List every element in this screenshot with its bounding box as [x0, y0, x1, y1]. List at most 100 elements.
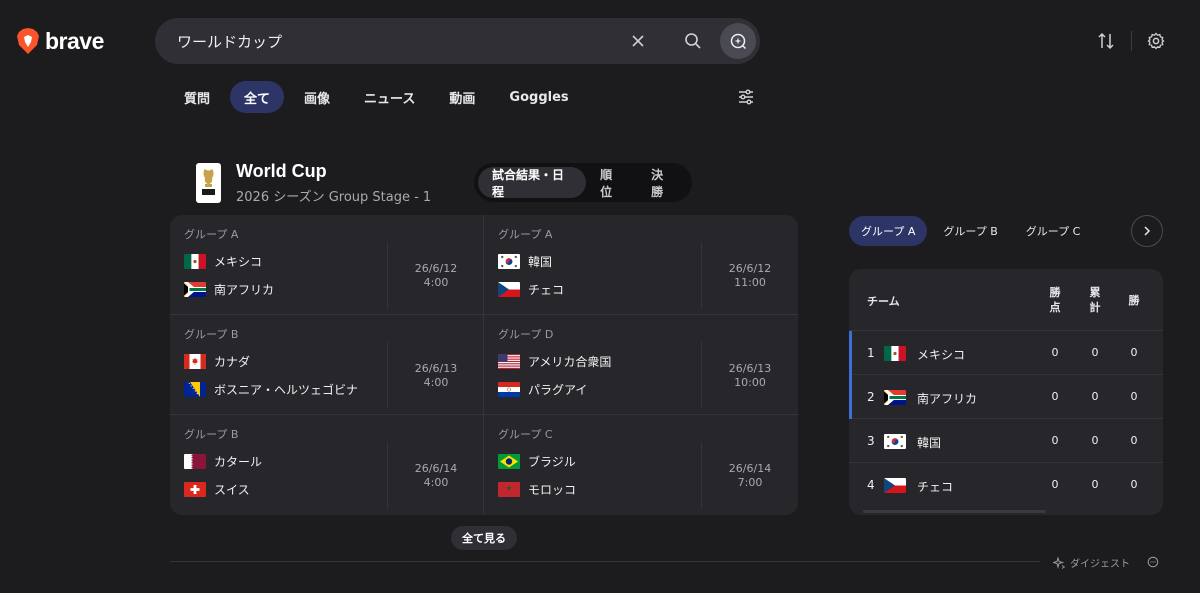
team-name: 韓国 [528, 255, 553, 269]
team-name: チェコ [528, 283, 565, 297]
bosnia-flag-icon [184, 382, 206, 397]
team-wins: 0 [1130, 478, 1138, 491]
digest-button[interactable]: ダイジェスト [1053, 555, 1130, 570]
chat-bubble-icon[interactable] [1147, 556, 1159, 568]
table-row[interactable]: 1 メキシコ 0 0 0 [849, 331, 1163, 375]
team-total: 0 [1091, 434, 1099, 447]
match-datetime: 26/6/12 4:00 [388, 262, 484, 290]
match-time: 4:00 [423, 476, 449, 489]
home-team: カタール [184, 453, 262, 470]
match-card[interactable]: グループ C ブラジル モロッコ 26/6/14 7:00 [484, 415, 798, 515]
table-header: チーム 勝 点 累 計 勝 [849, 269, 1163, 331]
brand-name: brave [45, 27, 104, 54]
korea-flag-icon [498, 254, 520, 269]
match-card[interactable]: グループ D アメリカ合衆国 パラグアイ 26/6/13 10:00 [484, 315, 798, 415]
morocco-flag-icon [498, 482, 520, 497]
match-card[interactable]: グループ B カタール スイス 26/6/14 4:00 [170, 415, 484, 515]
match-card[interactable]: グループ B カナダ ボスニア・ヘルツェゴビナ 26/6/13 4:00 [170, 315, 484, 415]
column-total: 累 計 [1089, 286, 1101, 314]
team-name: スイス [214, 483, 250, 497]
match-group: グループ B [184, 328, 239, 341]
brave-logo[interactable]: brave [16, 27, 104, 55]
digest-label: ダイジェスト [1070, 559, 1130, 570]
standings-table: チーム 勝 点 累 計 勝 1 メキシコ 0 0 0 2 南アフリカ 0 0 0… [849, 269, 1163, 515]
mexico-flag-icon [884, 346, 906, 361]
team-name: 南アフリカ [214, 283, 275, 297]
column-wins: 勝 [1128, 294, 1140, 307]
filter-sliders-icon[interactable] [737, 88, 755, 106]
match-date: 26/6/14 [414, 462, 458, 475]
brazil-flag-icon [498, 454, 520, 469]
search-input[interactable]: ワールドカップ [177, 31, 282, 52]
horizontal-scrollbar[interactable] [863, 510, 1046, 513]
team-name: メキシコ [917, 348, 966, 362]
match-datetime: 26/6/14 7:00 [702, 462, 798, 490]
team-wins: 0 [1130, 346, 1138, 359]
match-datetime: 26/6/13 4:00 [388, 362, 484, 390]
match-card[interactable]: グループ A メキシコ 南アフリカ 26/6/12 4:00 [170, 215, 484, 315]
tab-all[interactable]: 全て [230, 81, 285, 113]
tab-group-b[interactable]: グループ B [931, 216, 1009, 246]
widget-title: World Cup [236, 161, 327, 181]
team-name: ボスニア・ヘルツェゴビナ [214, 383, 359, 397]
home-team: 韓国 [498, 253, 552, 270]
tab-group-c[interactable]: グループ C [1014, 216, 1093, 246]
table-row[interactable]: 3 韓国 0 0 0 [849, 419, 1163, 463]
column-team: チーム [867, 295, 900, 308]
next-group-button[interactable] [1131, 215, 1163, 247]
tab-group-a[interactable]: グループ A [849, 216, 928, 246]
search-bar[interactable]: ワールドカップ [155, 18, 760, 64]
switzerland-flag-icon [184, 482, 206, 497]
match-card[interactable]: グループ A 韓国 チェコ 26/6/12 11:00 [484, 215, 798, 315]
team-name: ブラジル [528, 455, 576, 469]
column-points: 勝 点 [1049, 286, 1061, 314]
tab-images[interactable]: 画像 [290, 81, 344, 113]
match-date: 26/6/13 [728, 362, 772, 375]
away-team: 南アフリカ [184, 281, 274, 298]
brave-lion-icon [17, 28, 39, 54]
home-team: アメリカ合衆国 [498, 353, 611, 370]
tab-questions[interactable]: 質問 [170, 81, 224, 113]
team-name: チェコ [917, 480, 954, 494]
team-points: 0 [1051, 478, 1059, 491]
section-divider [170, 561, 1040, 562]
team-name: アメリカ合衆国 [528, 355, 612, 369]
tab-videos[interactable]: 動画 [435, 81, 489, 113]
team-points: 0 [1051, 390, 1059, 403]
search-tabs: 質問 全て 画像 ニュース 動画 Goggles [170, 81, 583, 113]
match-time: 4:00 [423, 276, 449, 289]
match-datetime: 26/6/14 4:00 [388, 462, 484, 490]
see-all-button[interactable]: 全て見る [451, 526, 517, 550]
usa-flag-icon [498, 354, 520, 369]
match-group: グループ B [184, 428, 239, 441]
match-datetime: 26/6/13 10:00 [702, 362, 798, 390]
match-date: 26/6/14 [728, 462, 772, 475]
team-total: 0 [1091, 390, 1099, 403]
header-divider [1131, 31, 1132, 51]
ai-sparkle-icon [730, 33, 747, 50]
segment-finals[interactable]: 決勝 [637, 167, 688, 199]
close-icon[interactable] [628, 31, 648, 51]
team-total: 0 [1091, 478, 1099, 491]
widget-segment-control: 試合結果・日程 順位 決勝 [474, 163, 692, 202]
tab-news[interactable]: ニュース [350, 81, 429, 113]
search-icon[interactable] [683, 31, 703, 51]
ai-answer-button[interactable] [720, 23, 756, 59]
team-name: カナダ [214, 355, 251, 369]
table-row[interactable]: 2 南アフリカ 0 0 0 [849, 375, 1163, 419]
mexico-flag-icon [184, 254, 206, 269]
team-name: 南アフリカ [917, 392, 978, 406]
south-africa-flag-icon [884, 390, 906, 405]
segment-standings[interactable]: 順位 [586, 167, 637, 199]
gear-icon[interactable] [1147, 32, 1165, 50]
segment-results-schedule[interactable]: 試合結果・日程 [478, 167, 587, 199]
table-row[interactable]: 4 チェコ 0 0 0 [849, 463, 1163, 507]
away-team: チェコ [498, 281, 564, 298]
team-points: 0 [1051, 434, 1059, 447]
sort-arrows-icon[interactable] [1097, 32, 1115, 50]
team-name: 韓国 [917, 436, 942, 450]
team-rank: 4 [867, 478, 875, 492]
tab-goggles[interactable]: Goggles [495, 81, 582, 113]
match-time: 10:00 [734, 376, 766, 389]
home-team: メキシコ [184, 253, 262, 270]
